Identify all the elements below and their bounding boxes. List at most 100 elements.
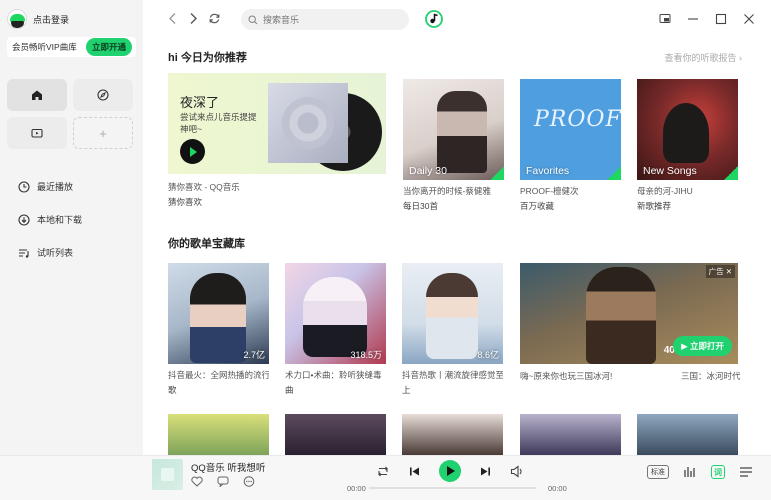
sidebar-tiles: + [7, 79, 133, 149]
sidebar-item-label: 试听列表 [37, 248, 74, 258]
comment-icon[interactable] [217, 476, 229, 487]
banner-line1: 猜你喜欢 - QQ音乐 [168, 182, 240, 192]
maximize-icon[interactable] [715, 13, 727, 25]
banner-album-cover [268, 83, 348, 163]
card-line1: 抖音最火：全网热播的流行 [168, 370, 269, 380]
volume-icon[interactable] [510, 464, 524, 478]
cover-tag [490, 166, 504, 180]
recommend-card-daily30[interactable]: Daily 30 当你离开的时候-蔡健雅 每日30首 [403, 79, 504, 212]
avatar[interactable] [7, 9, 27, 29]
user-login[interactable]: 点击登录 [7, 9, 69, 29]
card-line2: 百万收藏 [520, 201, 555, 211]
play-button[interactable] [439, 460, 461, 482]
playlist-card[interactable]: 318.5万 术力口•术曲：聆听狭缝毒 曲 [285, 263, 386, 396]
back-icon[interactable] [168, 12, 178, 25]
cover-label: New Songs [643, 165, 697, 177]
minimize-icon[interactable] [687, 13, 699, 25]
library-title: 你的歌单宝藏库 [168, 238, 245, 250]
card-cover: 2.7亿 [168, 263, 269, 364]
playlist-card-partial[interactable] [520, 414, 621, 455]
discover-tile[interactable] [73, 79, 133, 111]
add-tile[interactable]: + [73, 117, 133, 149]
playlist-icon [19, 248, 29, 258]
guess-you-like-banner[interactable]: 夜深了 尝试来点儿音乐提提神吧~ [168, 73, 386, 174]
plus-icon: + [99, 125, 107, 141]
lyrics-button[interactable]: 词 [711, 465, 725, 479]
home-tile[interactable] [7, 79, 67, 111]
recommend-card-favorites[interactable]: PROOF Favorites PROOF-檀健次 百万收藏 [520, 79, 621, 212]
now-playing-cover[interactable] [152, 459, 183, 490]
progress-bar[interactable] [369, 487, 536, 489]
proof-artwork: PROOF [534, 107, 621, 132]
playlist-card[interactable]: 2.7亿 抖音最火：全网热播的流行 歌 [168, 263, 269, 396]
search-input[interactable] [263, 14, 393, 25]
sidebar-nav: 最近播放 本地和下载 试听列表 [0, 170, 143, 269]
cover-label: Favorites [526, 165, 570, 177]
download-icon [18, 213, 30, 226]
search-box[interactable] [241, 9, 409, 30]
close-icon[interactable] [743, 13, 755, 25]
card-line1: 母亲的河-JIHU [637, 186, 693, 196]
music-recognition-button[interactable] [424, 9, 444, 29]
playlist-card-partial[interactable] [285, 414, 386, 455]
recommend-card-newsongs[interactable]: New Songs 母亲的河-JIHU 新歌推荐 [637, 79, 738, 212]
artist-figure [663, 103, 709, 163]
listening-report-link[interactable]: 查看你的听歌报告 › [664, 51, 742, 64]
search-icon [248, 14, 258, 24]
card-cover: New Songs [637, 79, 738, 180]
more-icon[interactable] [243, 476, 255, 487]
playlist-card-partial[interactable] [168, 414, 269, 455]
card-line1: 抖音热歌丨潮流旋律感觉至 [402, 370, 503, 380]
player-extra-controls: 标准 词 [647, 465, 753, 479]
artist-figure [437, 91, 487, 173]
home-icon [32, 90, 42, 100]
repeat-icon[interactable] [376, 465, 390, 478]
top-bar [143, 0, 771, 40]
forward-icon[interactable] [188, 12, 198, 25]
playlist-queue-icon[interactable] [739, 465, 753, 479]
vip-open-button[interactable]: 立即开通 [85, 38, 132, 56]
sidebar-item-download[interactable]: 本地和下载 [0, 203, 143, 236]
song-actions [191, 476, 255, 487]
ad-open-button[interactable]: ▶ 立即打开 [673, 336, 732, 356]
mini-player-icon[interactable] [659, 13, 671, 25]
vip-banner[interactable]: 会员畅听VIP曲库 立即开通 [7, 37, 136, 57]
artist-figure [303, 277, 367, 357]
sidebar: 点击登录 会员畅听VIP曲库 立即开通 + 最近播放 本地和下载 试听列表 [0, 0, 143, 500]
sidebar-item-recent[interactable]: 最近播放 [0, 170, 143, 203]
previous-icon[interactable] [409, 466, 420, 477]
artist-figure [190, 273, 246, 363]
sidebar-item-label: 本地和下载 [37, 215, 83, 225]
card-line2: 每日30首 [403, 201, 438, 211]
card-cover: PROOF Favorites [520, 79, 621, 180]
video-tile[interactable] [7, 117, 67, 149]
heart-icon[interactable] [191, 476, 203, 487]
sound-effect-icon[interactable] [683, 465, 697, 479]
ad-character [586, 267, 656, 364]
play-count: 318.5万 [350, 350, 382, 360]
playback-controls [376, 460, 524, 482]
banner-play-button[interactable] [180, 139, 205, 164]
quality-button[interactable]: 标准 [647, 465, 669, 479]
playlist-card-partial[interactable] [402, 414, 503, 455]
card-line1: PROOF-檀健次 [520, 186, 579, 196]
ad-badge[interactable]: 广告 ✕ [705, 265, 735, 278]
main-content: hi 今日为你推荐 查看你的听歌报告 › 夜深了 尝试来点儿音乐提提神吧~ 猜你… [143, 0, 771, 455]
login-label[interactable]: 点击登录 [33, 13, 69, 26]
time-total: 00:00 [548, 484, 567, 493]
card-line2: 曲 [285, 385, 294, 395]
game-ad-banner[interactable]: 广告 ✕ 4000 ▶ 立即打开 [520, 263, 738, 364]
ad-open-label: 立即打开 [689, 341, 724, 351]
playlist-card[interactable]: 8.6亿 抖音热歌丨潮流旋律感觉至 上 [402, 263, 503, 396]
next-icon[interactable] [480, 466, 491, 477]
sidebar-item-label: 最近播放 [37, 182, 74, 192]
playlist-card-partial[interactable] [637, 414, 738, 455]
card-line2: 上 [402, 385, 411, 395]
tv-icon [31, 128, 43, 138]
refresh-icon[interactable] [208, 12, 221, 25]
sidebar-item-playlist[interactable]: 试听列表 [0, 236, 143, 269]
recommend-title: hi 今日为你推荐 [168, 52, 247, 64]
card-cover: Daily 30 [403, 79, 504, 180]
cover-tag [607, 166, 621, 180]
music-note-icon [425, 10, 443, 28]
